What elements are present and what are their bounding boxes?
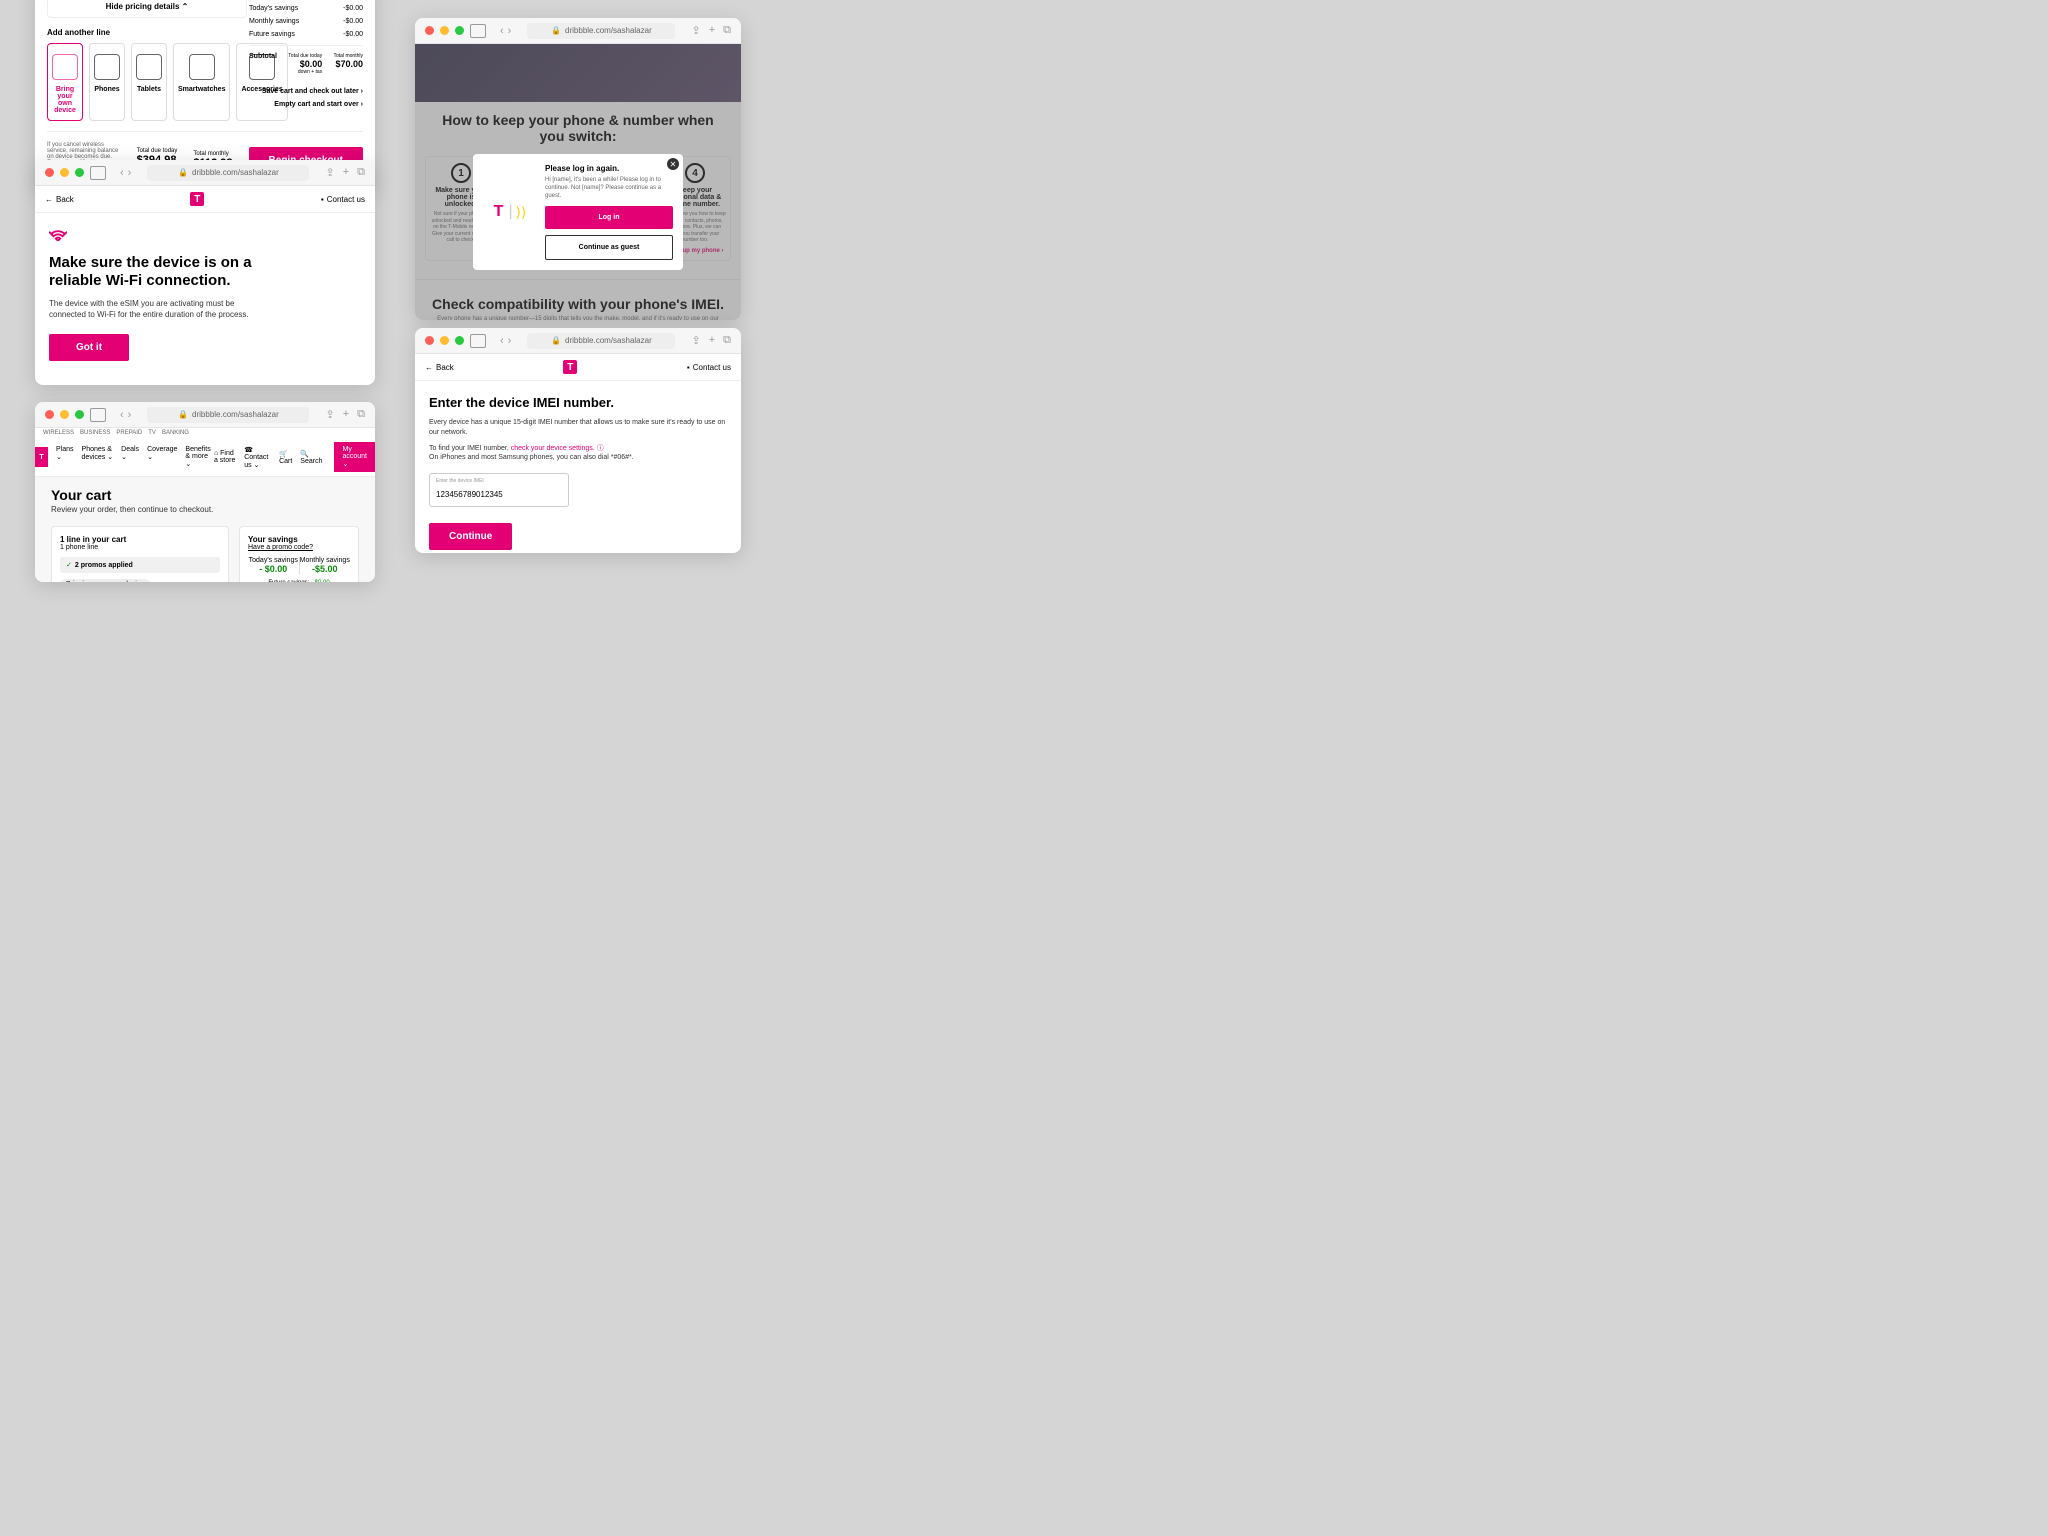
promo-applied: ✓2 promos applied: [60, 557, 220, 573]
info-icon[interactable]: ⓘ: [597, 445, 604, 452]
imei-dial: On iPhones and most Samsung phones, you …: [429, 453, 727, 463]
tmobile-logo[interactable]: T: [35, 447, 48, 467]
tmobile-logo[interactable]: T: [563, 360, 577, 374]
contact-link[interactable]: ▪ Contact us: [687, 363, 731, 372]
login-button[interactable]: Log in: [545, 206, 673, 229]
tile-byod[interactable]: Bring your own device: [47, 43, 83, 121]
tmobile-logo[interactable]: T: [190, 192, 204, 206]
titlebar: ‹ › 🔒dribbble.com/sashalazar ⇪ + ⧉: [35, 160, 375, 186]
wifi-body: The device with the eSIM you are activat…: [49, 298, 249, 320]
find-store-link[interactable]: ⌂ Find a store: [214, 450, 236, 464]
cart-title: Your cart: [51, 487, 359, 503]
guest-button[interactable]: Continue as guest: [545, 235, 673, 260]
sidebar-icon[interactable]: [90, 166, 106, 180]
tile-phones[interactable]: Phones: [89, 43, 125, 121]
hide-pricing-toggle[interactable]: Hide pricing details ⌃: [56, 0, 238, 17]
wifi-window: ‹ › 🔒dribbble.com/sashalazar ⇪ + ⧉ ← Back T…: [35, 160, 375, 385]
tile-tablets[interactable]: Tablets: [131, 43, 167, 121]
got-it-button[interactable]: Got it: [49, 334, 129, 361]
mini-tabs: WIRELESSBUSINESSPREPAIDTVBANKING: [35, 428, 375, 438]
nav-coverage[interactable]: Coverage ⌄: [147, 446, 177, 468]
contact-link[interactable]: ☎ Contact us ⌄: [244, 446, 271, 469]
imei-heading: Enter the device IMEI number.: [429, 395, 727, 410]
nav-phones[interactable]: Phones & devices ⌄: [82, 446, 114, 468]
imei-field[interactable]: Enter the device IMEI: [429, 473, 569, 507]
cart-subtitle: Review your order, then continue to chec…: [51, 505, 359, 514]
savings-title: Your savings: [248, 535, 298, 544]
share-icon[interactable]: ⇪: [325, 166, 334, 179]
close-icon[interactable]: ✕: [667, 158, 679, 170]
imei-entry-window: ‹› 🔒dribbble.com/sashalazar ⇪+⧉ ← Back T…: [415, 328, 741, 553]
tabs-icon[interactable]: ⧉: [357, 166, 365, 179]
login-modal: T | ⟩⟩ ✕ Please log in again. Hi [name],…: [473, 154, 683, 270]
empty-cart-link[interactable]: Empty cart and start over ›: [249, 101, 363, 108]
login-modal-window: ‹› 🔒dribbble.com/sashalazar ⇪+⧉ How to k…: [415, 18, 741, 320]
back-link[interactable]: ← Back: [45, 195, 74, 204]
promo-code-link[interactable]: Have a promo code?: [248, 544, 350, 551]
search-link[interactable]: 🔍 Search: [300, 450, 322, 465]
tmobile-logo-icon: T: [491, 205, 505, 219]
imei-find: To find your IMEI number, check your dev…: [429, 444, 727, 454]
imei-desc: Every device has a unique 15-digit IMEI …: [429, 418, 727, 438]
wifi-heading: Make sure the device is on areliable Wi-…: [49, 254, 361, 290]
plus-icon[interactable]: +: [343, 166, 349, 179]
price-summary: Total savings- $5.00 Today's savings-$0.…: [249, 0, 363, 108]
back-link[interactable]: ← Back: [425, 363, 454, 372]
back-arrow[interactable]: ‹: [120, 167, 124, 179]
cart-page-window: ‹› 🔒dribbble.com/sashalazar ⇪+⧉ WIRELESS…: [35, 402, 375, 582]
nav-deals[interactable]: Deals ⌄: [121, 446, 139, 468]
account-button[interactable]: My account ⌄: [334, 442, 375, 472]
tile-watches[interactable]: Smartwatches: [173, 43, 230, 121]
cart-line-card: 1 line in your cart 1 phone line ✓2 prom…: [51, 526, 229, 582]
nav-plans[interactable]: Plans ⌄: [56, 446, 74, 468]
contact-link[interactable]: ▪ Contact us: [321, 195, 365, 204]
modal-title: Please log in again.: [545, 164, 673, 173]
modal-body: Hi [name], it's been a while! Please log…: [545, 177, 673, 200]
nav-benefits[interactable]: Benefits & more ⌄: [185, 446, 214, 468]
continue-button[interactable]: Continue: [429, 523, 512, 550]
save-cart-link[interactable]: Save cart and check out later ›: [249, 88, 363, 95]
byod-badge: Bringing your own device: [60, 579, 150, 582]
cart-link[interactable]: 🛒 Cart: [279, 450, 292, 465]
url-bar[interactable]: 🔒dribbble.com/sashalazar: [147, 165, 309, 181]
check-settings-link[interactable]: check your device settings.: [511, 445, 595, 452]
sprint-icon: ⟩⟩: [516, 204, 527, 221]
wifi-icon: [49, 227, 67, 241]
imei-input[interactable]: [436, 490, 562, 499]
fwd-arrow[interactable]: ›: [128, 167, 132, 179]
